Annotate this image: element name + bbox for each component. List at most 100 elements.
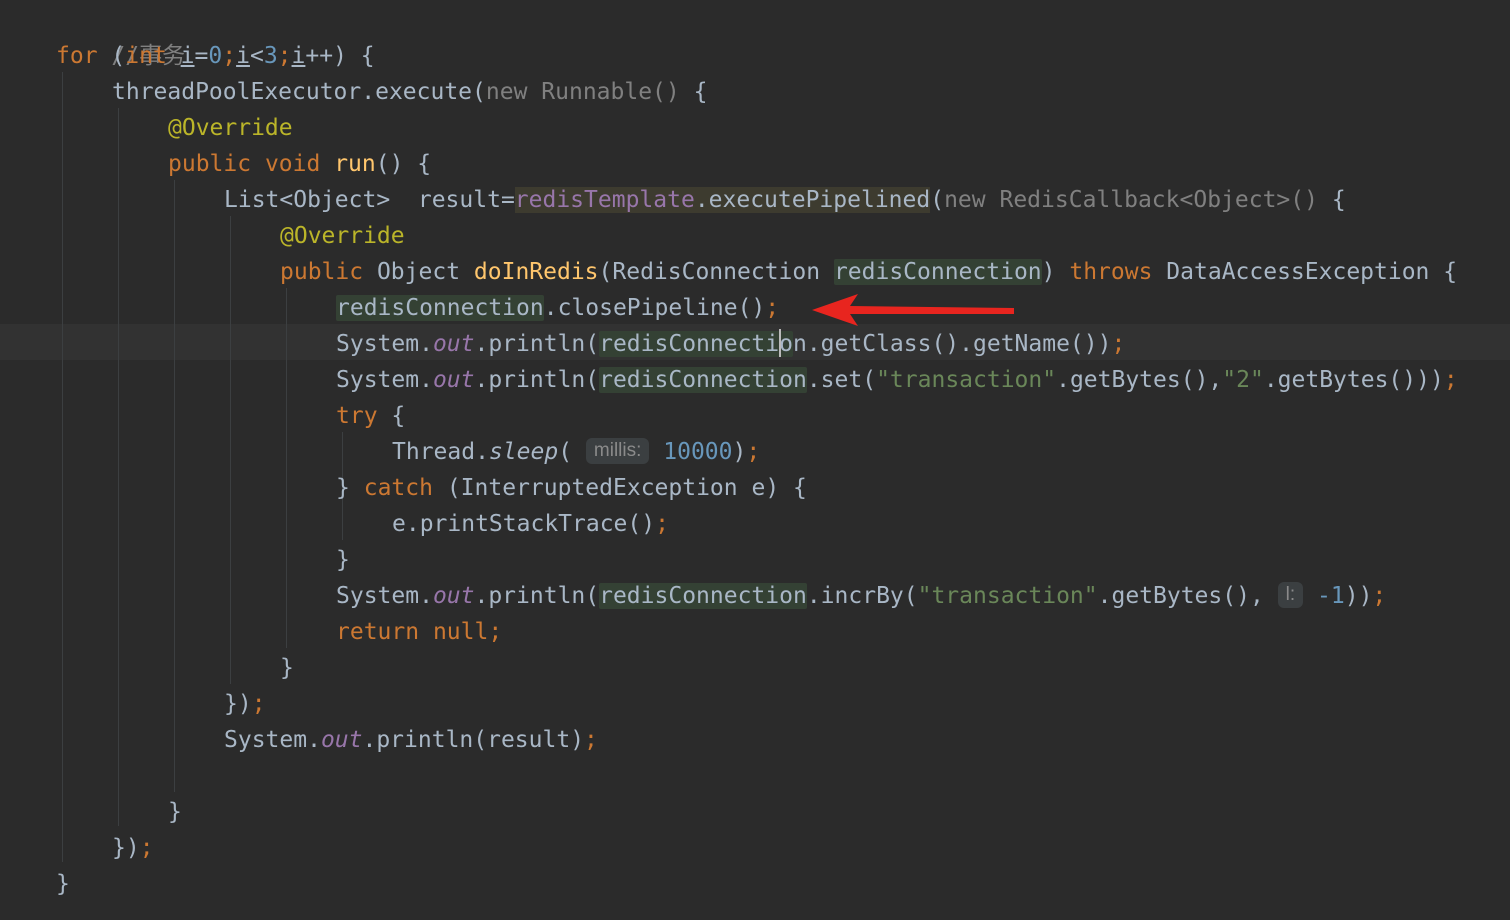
token: .println( — [474, 367, 600, 393]
code-line-1[interactable]: //事务 — [56, 2, 185, 69]
code-line-13[interactable]: Thread.sleep( millis: 10000); — [392, 434, 760, 470]
string-literal: "transaction" — [876, 367, 1057, 393]
token: } — [280, 655, 294, 681]
token: }) — [224, 691, 252, 717]
keyword-null: null — [432, 619, 489, 645]
number-literal: 3 — [263, 43, 278, 69]
token: () { — [375, 151, 432, 177]
static-field: out — [432, 583, 475, 609]
semicolon: ; — [1111, 331, 1126, 357]
code-line-10[interactable]: System.out.println(redisConnection.getCl… — [336, 326, 1125, 362]
keyword-int: int — [125, 43, 167, 69]
method-name: doInRedis — [473, 259, 599, 285]
token: ) — [1041, 259, 1070, 285]
method-call: .set( — [806, 367, 877, 393]
token: Thread. — [392, 439, 489, 465]
semicolon: ; — [655, 511, 669, 537]
code-line-25[interactable]: } — [56, 866, 70, 902]
token: ( — [558, 439, 586, 465]
token: { — [1317, 187, 1346, 213]
semicolon: ; — [765, 295, 780, 321]
parameter: redisConnection — [336, 295, 544, 321]
semicolon: ; — [746, 439, 761, 465]
method-call: .getBytes())) — [1263, 367, 1444, 393]
token: } — [168, 799, 182, 825]
code-line-21[interactable]: System.out.println(result); — [224, 722, 598, 758]
code-line-20[interactable]: }); — [224, 686, 266, 722]
keyword-try: try — [336, 403, 378, 429]
keyword-public: public — [168, 151, 252, 177]
text-caret — [779, 328, 782, 357]
code-line-19[interactable]: } — [280, 650, 294, 686]
code-line-24[interactable]: }); — [112, 830, 154, 866]
token: o — [779, 331, 793, 357]
code-line-6[interactable]: List<Object> result=redisTemplate.execut… — [224, 182, 1346, 218]
parameter: redisConnection — [599, 367, 807, 393]
semicolon: ; — [1372, 583, 1387, 609]
semicolon: ; — [139, 835, 154, 861]
indent-guide — [230, 216, 231, 684]
keyword-return: return — [336, 619, 420, 645]
token: System. — [336, 583, 433, 609]
code-line-15[interactable]: e.printStackTrace(); — [392, 506, 669, 542]
number-literal: -1 — [1317, 583, 1345, 609]
code-line-8[interactable]: public Object doInRedis(RedisConnection … — [280, 254, 1457, 290]
class-name: RedisCallback<Object>() — [999, 187, 1318, 213]
token: List<Object> result= — [224, 187, 515, 213]
number-literal: 0 — [208, 43, 223, 69]
token: )) — [1344, 583, 1373, 609]
method-call: .incrBy( — [806, 583, 918, 609]
keyword-throws: throws — [1069, 259, 1153, 285]
code-line-23[interactable]: } — [168, 794, 182, 830]
code-line-16[interactable]: } — [336, 542, 350, 578]
red-arrow-icon — [808, 292, 1020, 328]
number-literal: 10000 — [663, 439, 733, 465]
token: ++) { — [305, 43, 375, 69]
keyword-new: new — [944, 187, 986, 213]
token: .println( — [474, 331, 600, 357]
semicolon: ; — [277, 43, 292, 69]
code-line-11[interactable]: System.out.println(redisConnection.set("… — [336, 362, 1458, 398]
keyword-public: public — [280, 259, 364, 285]
class-name: Runnable() — [541, 79, 680, 105]
code-line-5[interactable]: public void run() { — [168, 146, 431, 182]
code-line-2[interactable]: for (int i=0;i<3;i++) { — [56, 38, 375, 74]
code-line-4[interactable]: @Override — [168, 110, 293, 146]
code-line-3[interactable]: threadPoolExecutor.execute(new Runnable(… — [112, 74, 707, 110]
token: { — [377, 403, 406, 429]
indent-guide — [286, 288, 287, 648]
loop-variable: i — [291, 43, 306, 69]
code-line-17[interactable]: System.out.println(redisConnection.incrB… — [336, 578, 1386, 614]
token: .println( — [474, 583, 600, 609]
loop-variable: i — [180, 43, 195, 69]
static-field: out — [320, 727, 363, 753]
static-field: out — [432, 367, 475, 393]
code-line-18[interactable]: return null; — [336, 614, 502, 650]
token: System. — [224, 727, 321, 753]
method-call: .executePipelined — [694, 187, 931, 213]
annotation: @Override — [280, 223, 405, 249]
code-line-9[interactable]: redisConnection.closePipeline(); — [336, 290, 779, 326]
semicolon: ; — [1443, 367, 1458, 393]
code-editor[interactable]: //事务 for (int i=0;i<3;i++) { threadPoolE… — [0, 0, 1510, 920]
token: ) — [732, 439, 747, 465]
parameter: redisConnection — [599, 583, 807, 609]
method-call: n.getClass().getName()) — [792, 331, 1112, 357]
code-line-7[interactable]: @Override — [280, 218, 405, 254]
token: threadPoolExecutor.execute( — [112, 79, 486, 105]
method-call: .getBytes(), — [1097, 583, 1264, 609]
token: DataAccessException { — [1152, 259, 1458, 285]
code-line-14[interactable]: } catch (InterruptedException e) { — [336, 470, 807, 506]
code-line-12[interactable]: try { — [336, 398, 405, 434]
